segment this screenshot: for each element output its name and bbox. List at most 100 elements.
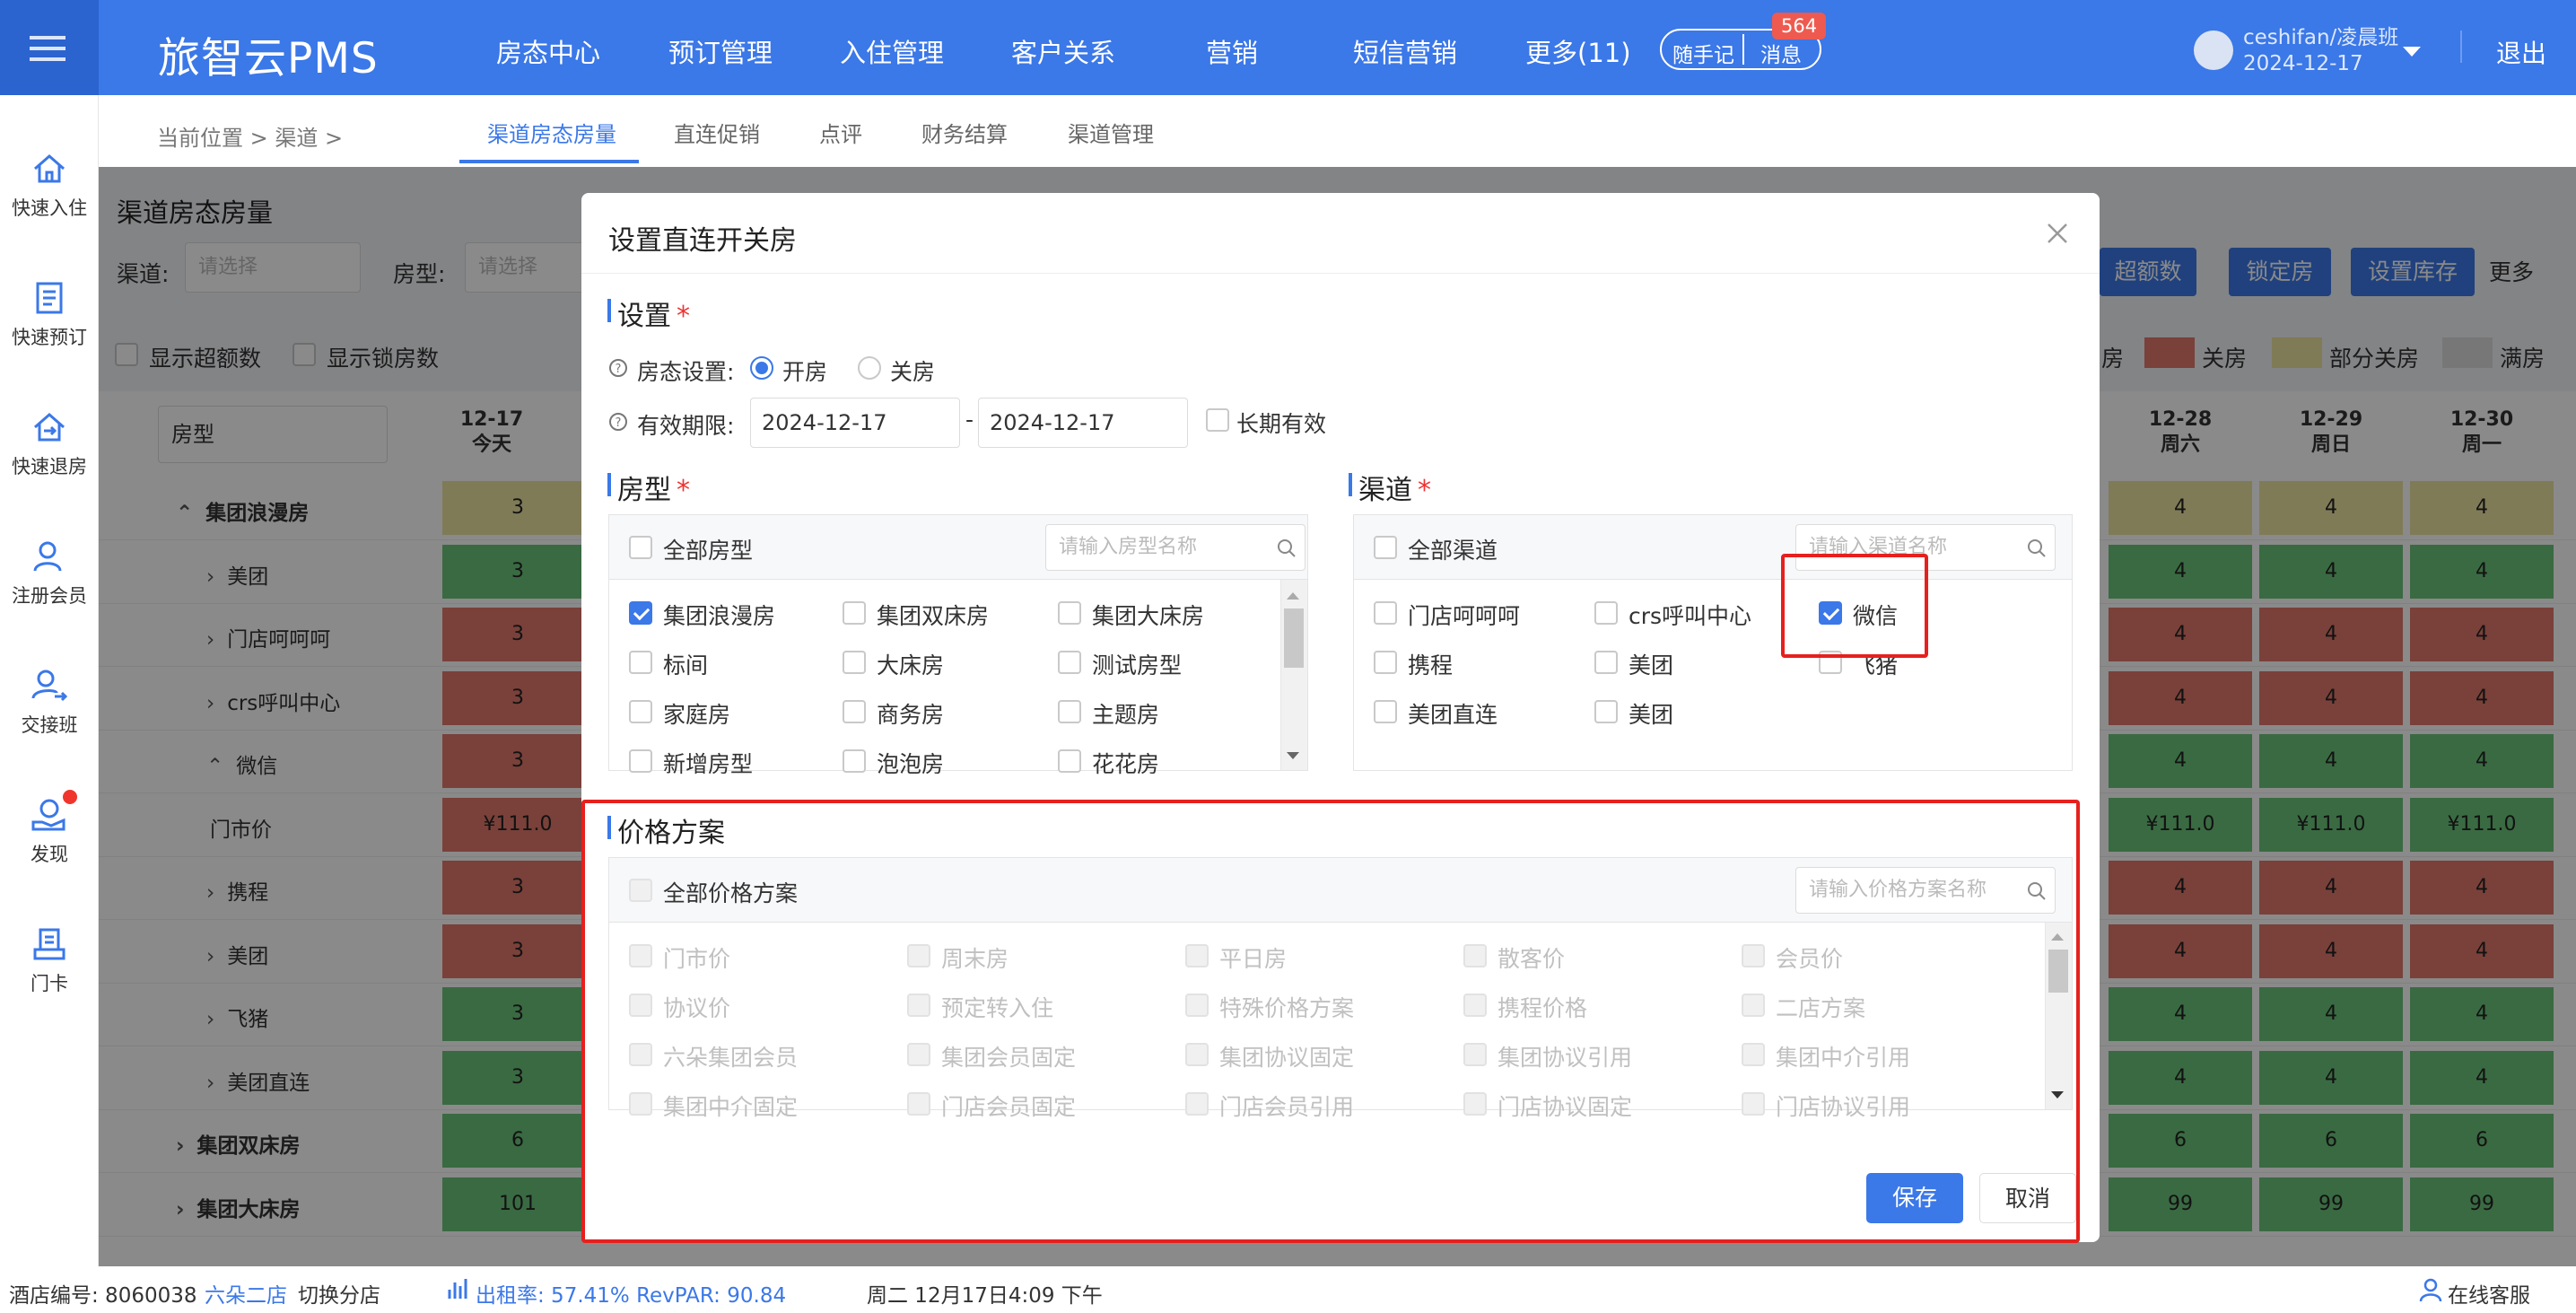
search-icon[interactable]	[1277, 538, 1297, 558]
help-icon[interactable]: ?	[608, 412, 628, 432]
tab-finance[interactable]: 财务结算	[921, 117, 1008, 148]
price-plan-checkbox[interactable]	[1463, 944, 1487, 967]
all-rooms-checkbox[interactable]	[629, 536, 652, 559]
tab-channel-room-status[interactable]: 渠道房态房量	[487, 117, 616, 148]
sidebar-item-room-card[interactable]: 门卡	[0, 924, 99, 996]
sidebar-item-quick-checkout[interactable]: 快速退房	[0, 407, 99, 479]
price-plan-checkbox[interactable]	[907, 944, 930, 967]
nav-more[interactable]: 更多(11)	[1525, 32, 1631, 70]
nav-marketing[interactable]: 营销	[1206, 32, 1258, 70]
room-option-label: 商务房	[877, 702, 945, 728]
sidebar-item-quick-booking[interactable]: 快速预订	[0, 278, 99, 350]
cancel-button[interactable]: 取消	[1979, 1173, 2076, 1223]
price-list-scrollbar[interactable]	[2045, 923, 2072, 1109]
price-search-input[interactable]: 请输入价格方案名称	[1795, 867, 2056, 914]
room-checkbox[interactable]	[629, 749, 652, 773]
room-checkbox[interactable]	[629, 700, 652, 723]
channel-checkbox[interactable]	[1374, 700, 1397, 723]
price-plan-checkbox[interactable]	[1742, 1092, 1765, 1116]
search-icon[interactable]	[2027, 538, 2047, 558]
sidebar-item-shift-handover[interactable]: 交接班	[0, 666, 99, 738]
sidebar-item-discover[interactable]: 发现	[0, 795, 99, 867]
switch-branch-link[interactable]: 切换分店	[298, 1278, 380, 1309]
chevron-down-icon[interactable]	[2403, 47, 2421, 57]
open-radio[interactable]	[750, 356, 773, 380]
valid-period-label: 有效期限:	[637, 413, 735, 439]
room-checkbox[interactable]	[1058, 749, 1081, 773]
tab-direct-promo[interactable]: 直连促销	[674, 117, 760, 148]
channel-checkbox[interactable]	[1374, 601, 1397, 625]
close-radio[interactable]	[858, 356, 881, 380]
price-plan-checkbox[interactable]	[629, 994, 652, 1017]
price-plan-label: 散客价	[1498, 946, 1566, 972]
price-plan-checkbox[interactable]	[1185, 944, 1209, 967]
price-plan-checkbox[interactable]	[1463, 1043, 1487, 1066]
room-checkbox[interactable]	[629, 651, 652, 674]
close-icon[interactable]	[2044, 220, 2071, 247]
price-plan-checkbox[interactable]	[1742, 944, 1765, 967]
logout-button[interactable]: 退出	[2496, 34, 2546, 70]
user-info[interactable]: ceshifan/凌晨班 2024-12-17	[2243, 25, 2398, 77]
price-plan-label: 预定转入住	[941, 995, 1054, 1021]
price-plan-checkbox[interactable]	[1463, 994, 1487, 1017]
channel-checkbox[interactable]	[1594, 601, 1618, 625]
price-plan-checkbox[interactable]	[629, 1043, 652, 1066]
tab-reviews[interactable]: 点评	[819, 117, 862, 148]
channel-option-label: 美团直连	[1408, 702, 1498, 728]
messages-button[interactable]: 消息	[1760, 38, 1802, 68]
channel-checkbox[interactable]	[1594, 700, 1618, 723]
room-checkbox[interactable]	[843, 601, 866, 625]
online-service-link[interactable]: 在线客服	[2448, 1278, 2530, 1309]
price-plan-checkbox[interactable]	[629, 944, 652, 967]
notes-button[interactable]: 随手记	[1672, 38, 1734, 68]
svg-text:?: ?	[616, 363, 622, 376]
room-checkbox[interactable]	[843, 651, 866, 674]
nav-crm[interactable]: 客户关系	[1011, 32, 1115, 70]
long-valid-checkbox[interactable]	[1206, 408, 1229, 432]
nav-room-status[interactable]: 房态中心	[496, 32, 600, 70]
sidebar-item-register-member[interactable]: 注册会员	[0, 537, 99, 608]
nav-checkin[interactable]: 入住管理	[840, 32, 944, 70]
nav-sms[interactable]: 短信营销	[1353, 32, 1457, 70]
channel-option-label: crs呼叫中心	[1629, 603, 1752, 629]
price-plan-checkbox[interactable]	[907, 994, 930, 1017]
room-search-input[interactable]: 请输入房型名称	[1045, 524, 1305, 571]
price-plan-checkbox[interactable]	[1185, 1043, 1209, 1066]
menu-icon[interactable]	[0, 0, 99, 95]
price-plan-checkbox[interactable]	[1185, 994, 1209, 1017]
channel-checkbox[interactable]	[1374, 651, 1397, 674]
room-option-label: 集团双床房	[877, 603, 990, 629]
price-plan-checkbox[interactable]	[1463, 1092, 1487, 1116]
channel-checkbox[interactable]	[1594, 651, 1618, 674]
price-plan-checkbox[interactable]	[629, 1092, 652, 1116]
room-checkbox[interactable]	[843, 700, 866, 723]
search-icon[interactable]	[2027, 881, 2047, 901]
active-tab-indicator	[459, 160, 639, 163]
price-plan-checkbox[interactable]	[1742, 994, 1765, 1017]
avatar[interactable]	[2194, 31, 2233, 70]
sidebar-item-quick-checkin[interactable]: 快速入住	[0, 149, 99, 221]
room-checkbox[interactable]	[1058, 700, 1081, 723]
price-plan-checkbox[interactable]	[1742, 1043, 1765, 1066]
save-button[interactable]: 保存	[1866, 1173, 1963, 1223]
settings-section-title: 设置 *	[607, 293, 690, 333]
sidebar: 快速入住 快速预订 快速退房 注册会员 交接班 发现 门卡	[0, 95, 99, 1266]
help-icon[interactable]: ?	[608, 358, 628, 378]
all-prices-checkbox[interactable]	[629, 879, 652, 902]
room-list-scrollbar[interactable]	[1280, 580, 1307, 770]
date-to-input[interactable]: 2024-12-17	[978, 398, 1188, 448]
room-checkbox[interactable]	[629, 601, 652, 625]
tab-channel-manage[interactable]: 渠道管理	[1068, 117, 1154, 148]
close-label: 关房	[890, 359, 936, 385]
all-channels-checkbox[interactable]	[1374, 536, 1397, 559]
room-checkbox[interactable]	[1058, 601, 1081, 625]
price-plan-checkbox[interactable]	[907, 1043, 930, 1066]
price-plan-checkbox[interactable]	[907, 1092, 930, 1116]
price-plan-checkbox[interactable]	[1185, 1092, 1209, 1116]
price-plan-label: 六朵集团会员	[663, 1045, 799, 1071]
room-checkbox[interactable]	[843, 749, 866, 773]
branch-link[interactable]: 六朵二店	[205, 1278, 287, 1309]
date-from-input[interactable]: 2024-12-17	[750, 398, 960, 448]
nav-booking[interactable]: 预订管理	[668, 32, 773, 70]
room-checkbox[interactable]	[1058, 651, 1081, 674]
